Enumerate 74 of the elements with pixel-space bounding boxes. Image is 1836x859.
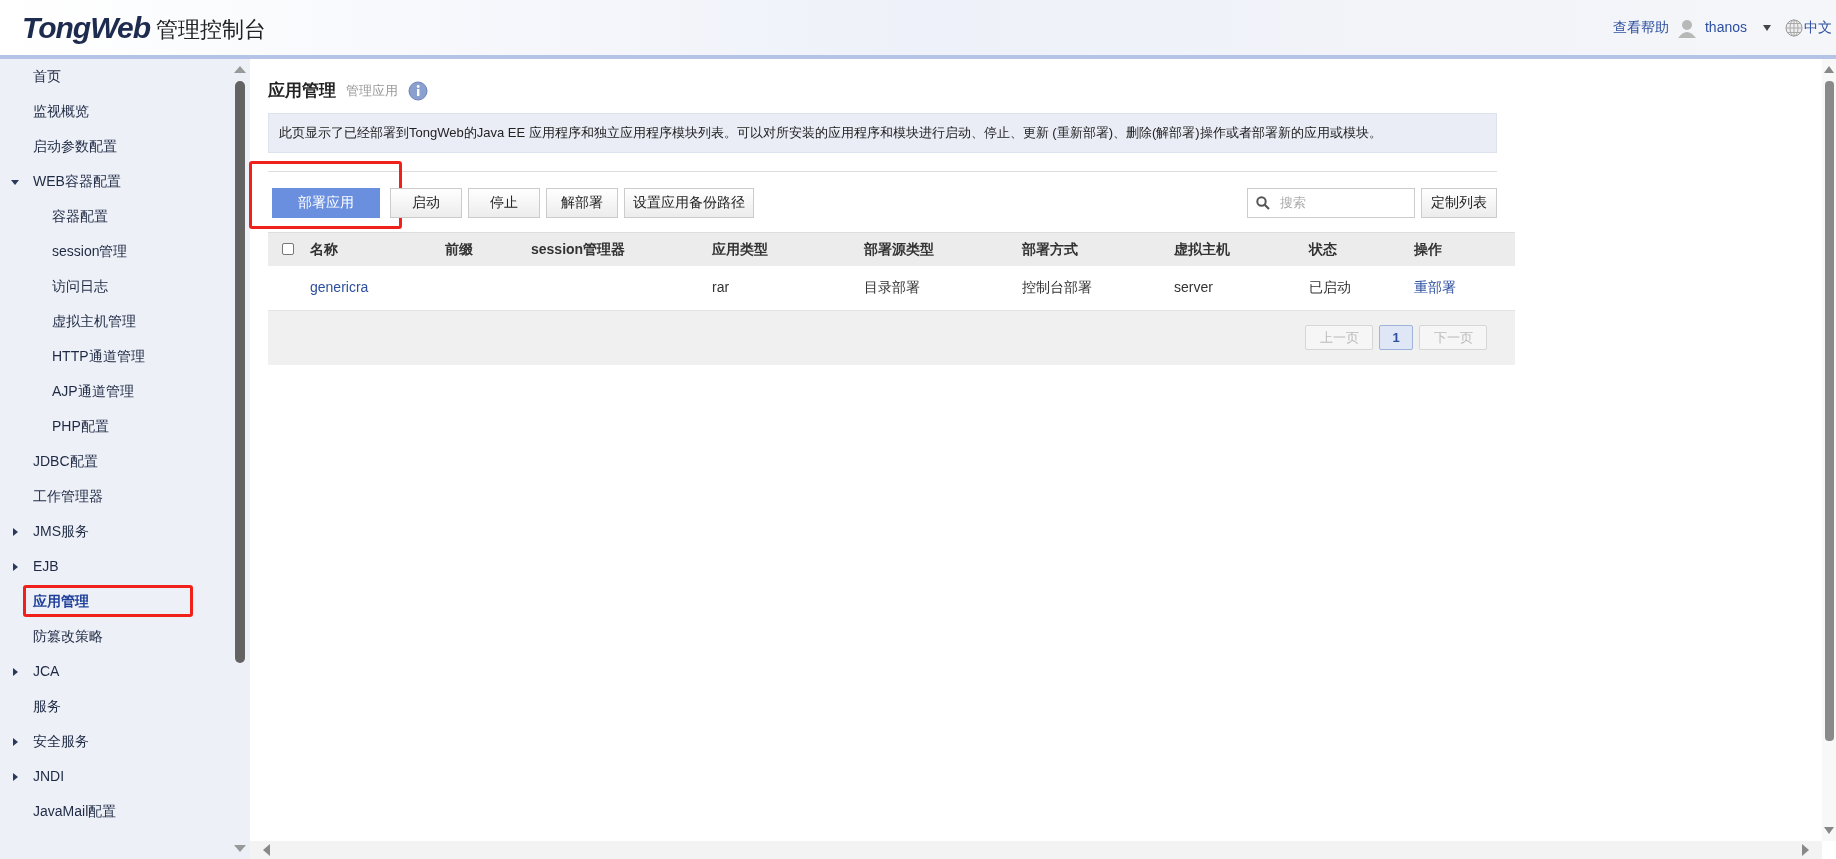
logo: TongWeb	[22, 12, 150, 43]
column-header: 部署方式	[1022, 240, 1078, 257]
caret-right-icon[interactable]	[11, 667, 19, 676]
sidebar-item[interactable]: AJP通道管理	[52, 381, 134, 402]
table-link[interactable]: 重部署	[1414, 279, 1456, 295]
page-title: 应用管理	[268, 80, 336, 103]
sidebar-item[interactable]: 安全服务	[33, 731, 89, 752]
info-icon[interactable]	[408, 81, 428, 101]
sidebar-item[interactable]: 防篡改策略	[33, 626, 103, 647]
search-field[interactable]: 搜索	[1247, 187, 1415, 218]
caret-down-icon[interactable]	[11, 177, 19, 186]
page-button[interactable]: 1	[1379, 325, 1413, 350]
column-header: 操作	[1414, 240, 1442, 257]
sidebar-item[interactable]: 应用管理	[33, 591, 89, 612]
sidebar-item[interactable]: 监视概览	[33, 101, 89, 122]
sidebar-item[interactable]: EJB	[33, 556, 59, 577]
sidebar-item[interactable]: 服务	[33, 696, 61, 717]
column-header: 虚拟主机	[1174, 240, 1230, 257]
user-menu[interactable]: thanos	[1704, 17, 1747, 38]
toolbar-button[interactable]: 启动	[390, 187, 462, 218]
caret-right-icon[interactable]	[11, 562, 19, 571]
scroll-down-icon[interactable]	[234, 845, 246, 853]
table-cell: 控制台部署	[1022, 279, 1092, 295]
checkbox[interactable]	[282, 243, 294, 255]
scroll-left-icon[interactable]	[262, 844, 270, 856]
table-cell: rar	[712, 279, 730, 295]
sidebar-item[interactable]: JCA	[33, 661, 60, 682]
user-icon	[1676, 17, 1697, 38]
language-link[interactable]: 中文	[1804, 17, 1832, 38]
scroll-down-icon[interactable]	[1824, 827, 1834, 835]
search-icon	[1256, 195, 1270, 210]
customize-list-button[interactable]: 定制列表	[1421, 187, 1497, 218]
horizontal-scrollbar[interactable]	[250, 841, 1822, 859]
sidebar-item[interactable]: 工作管理器	[33, 486, 103, 507]
sidebar-item[interactable]: JDBC配置	[33, 451, 98, 472]
sidebar-item[interactable]: 容器配置	[52, 206, 108, 227]
column-header: 名称	[310, 240, 338, 257]
table-cell: 已启动	[1309, 279, 1351, 295]
sidebar-item[interactable]: PHP配置	[52, 416, 109, 437]
scroll-up-icon[interactable]	[1824, 65, 1834, 73]
scroll-up-icon[interactable]	[234, 65, 246, 73]
app-title: 管理控制台	[156, 18, 266, 43]
sidebar-item[interactable]: 访问日志	[52, 276, 108, 297]
toolbar-button[interactable]: 解部署	[546, 187, 618, 218]
toolbar-button[interactable]: 设置应用备份路径	[624, 187, 754, 218]
sidebar-item[interactable]: WEB容器配置	[33, 171, 121, 192]
sidebar-item[interactable]: JNDI	[33, 766, 65, 787]
sidebar-item[interactable]: 虚拟主机管理	[52, 311, 136, 332]
scroll-right-icon[interactable]	[1802, 844, 1810, 856]
caret-right-icon[interactable]	[11, 772, 19, 781]
sidebar-scrollbar[interactable]	[230, 59, 250, 859]
page-scrollbar[interactable]	[1822, 59, 1836, 841]
page-description: 此页显示了已经部署到TongWeb的Java EE 应用程序和独立应用程序模块列表。可以对所安装的应用程序和模块进行启动、停止、更新 (重新部署)、删除(解部署)操作或者部署新的应用或模块。	[268, 113, 1497, 153]
sidebar-item[interactable]: HTTP通道管理	[52, 346, 145, 367]
sidebar-item[interactable]: 启动参数配置	[33, 136, 117, 157]
help-link[interactable]: 查看帮助	[1612, 17, 1669, 38]
caret-right-icon[interactable]	[11, 737, 19, 746]
table-cell: 目录部署	[864, 279, 920, 295]
column-header: 前缀	[445, 240, 473, 257]
sidebar-item[interactable]: JavaMail配置	[33, 801, 117, 822]
table-link[interactable]: genericra	[310, 279, 369, 295]
sidebar-item[interactable]: JMS服务	[33, 521, 89, 542]
column-header: 应用类型	[712, 240, 768, 257]
column-header: 部署源类型	[864, 240, 934, 257]
sidebar-item[interactable]: 首页	[33, 66, 61, 87]
column-header: 状态	[1309, 240, 1337, 257]
toolbar-button[interactable]: 停止	[468, 187, 540, 218]
table-cell: server	[1174, 279, 1213, 295]
page-subtitle: 管理应用	[346, 82, 398, 101]
caret-right-icon[interactable]	[11, 527, 19, 536]
sidebar-item[interactable]: session管理	[52, 241, 128, 262]
caret-icon	[1763, 24, 1771, 31]
globe-icon	[1785, 18, 1803, 37]
column-header: session管理器	[531, 240, 626, 257]
